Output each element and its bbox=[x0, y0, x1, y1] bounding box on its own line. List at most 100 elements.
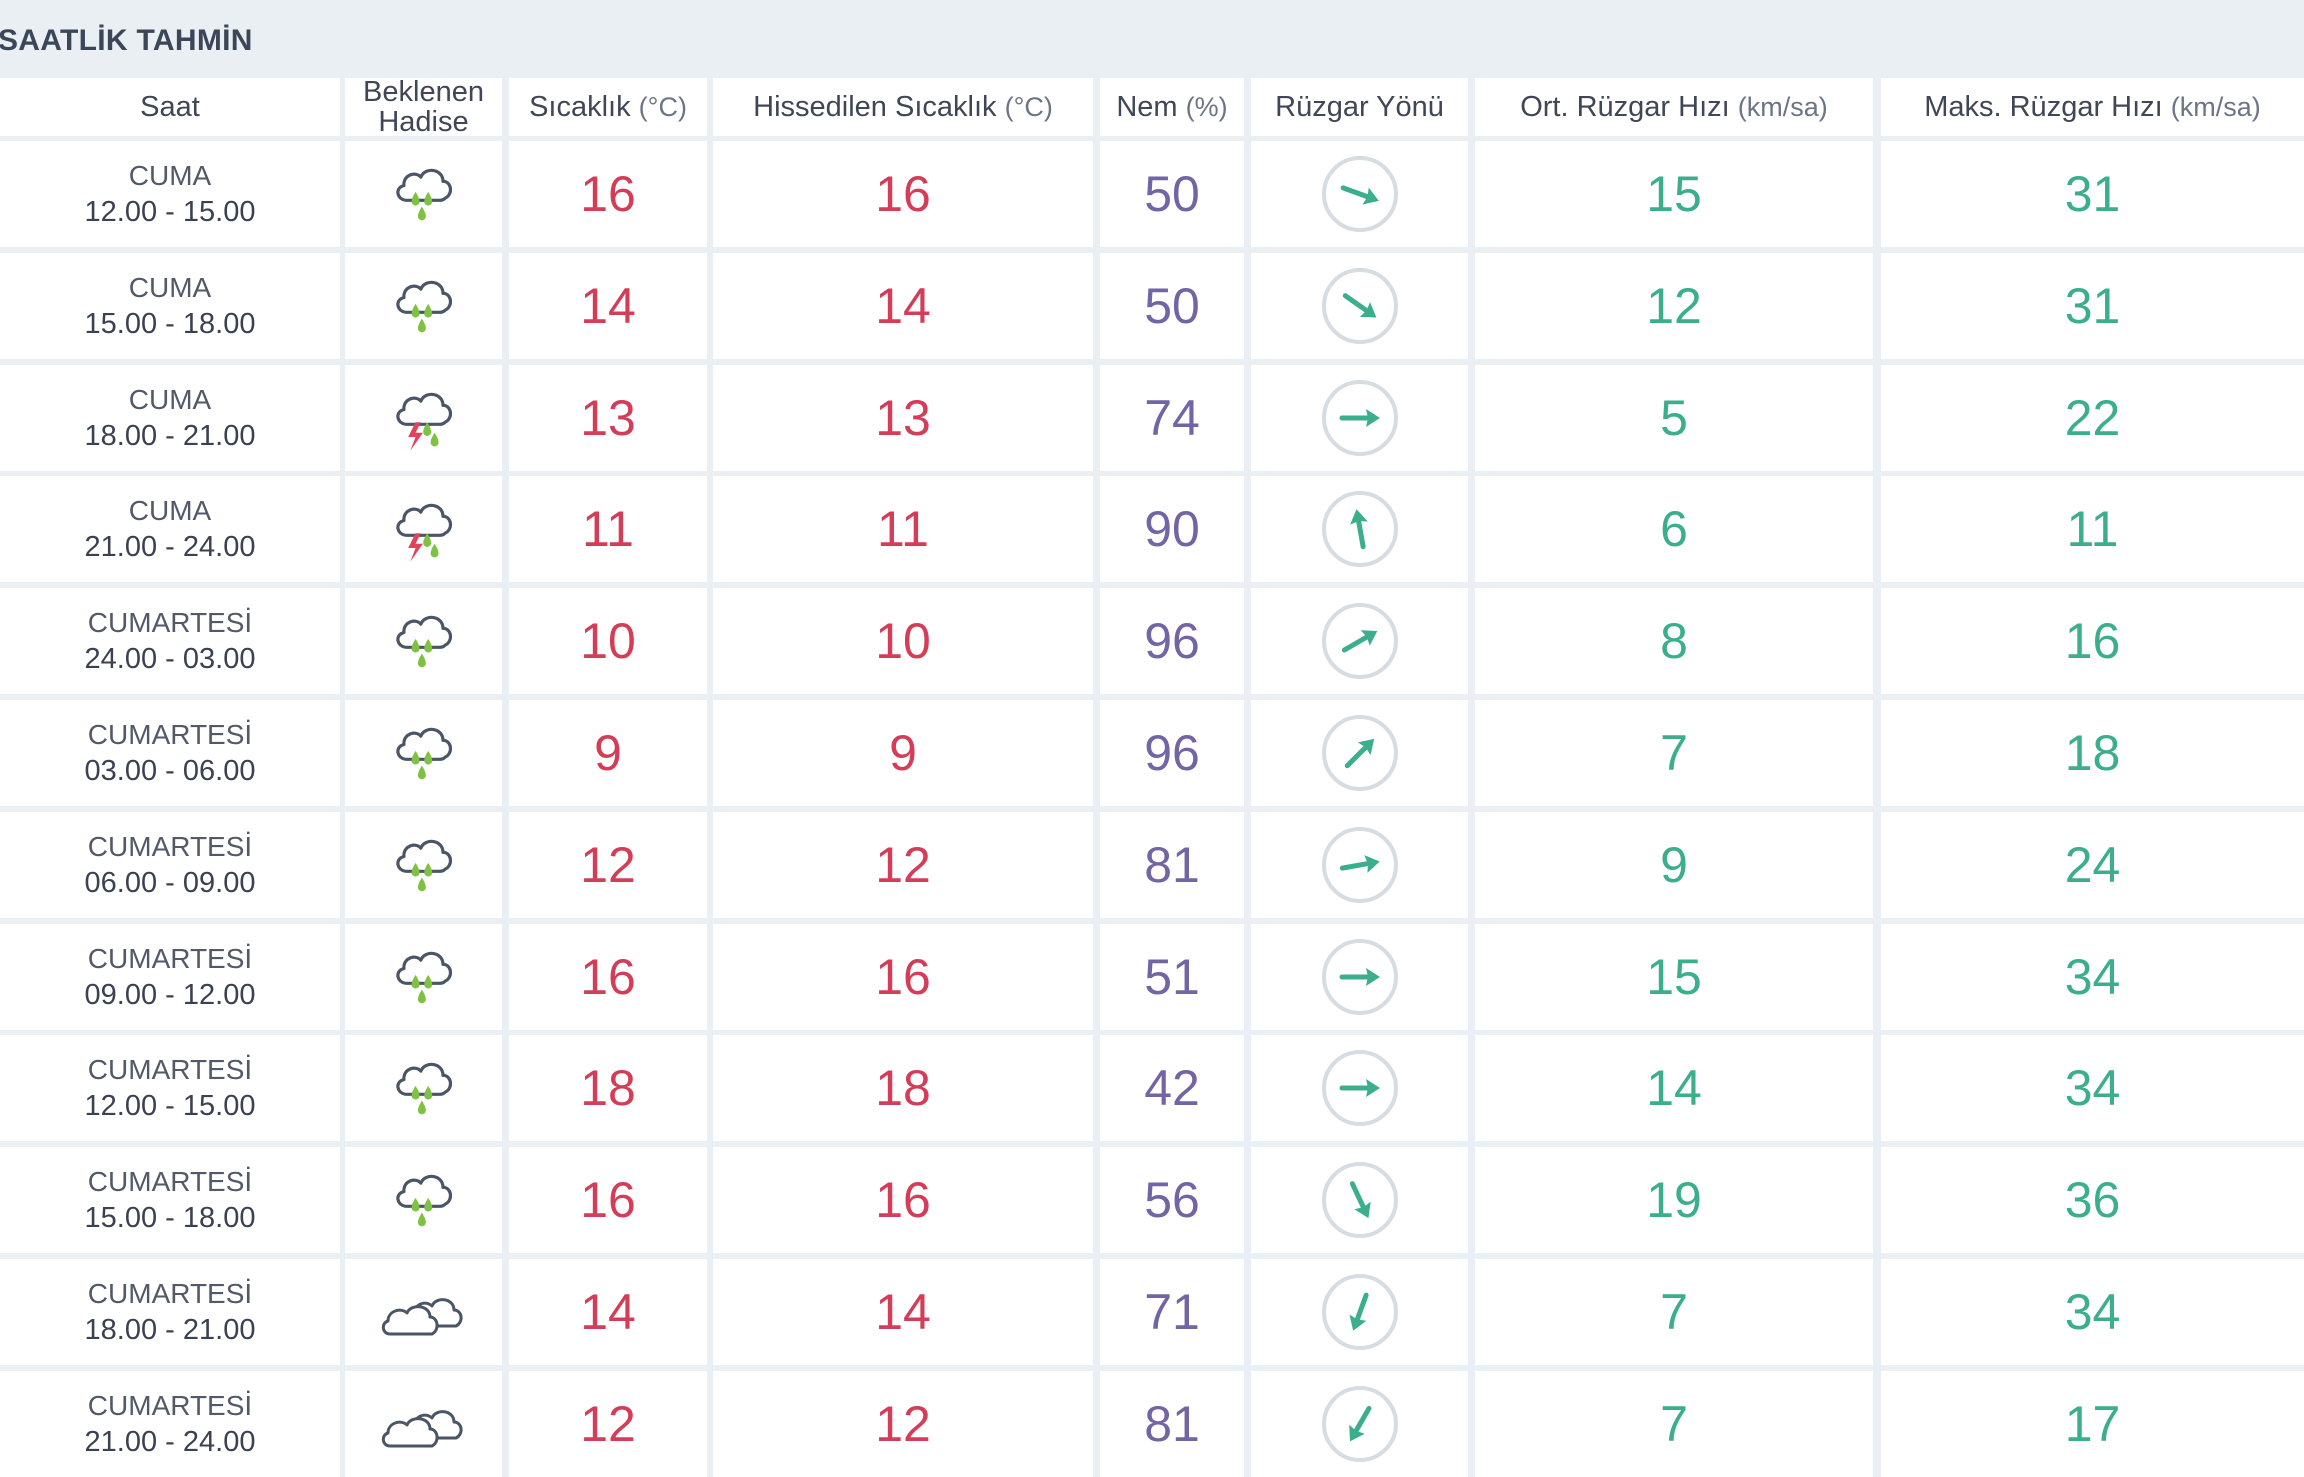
feels-like-value: 11 bbox=[877, 501, 929, 557]
weather-icon-cell bbox=[345, 812, 502, 918]
humidity-value: 81 bbox=[1144, 837, 1200, 893]
header-hadise-line1: Beklenen bbox=[363, 78, 484, 108]
day-label: CUMARTESİ bbox=[87, 1166, 253, 1197]
max-wind-speed-cell: 22 bbox=[1881, 365, 2304, 471]
temperature-cell: 16 bbox=[509, 924, 707, 1030]
day-label: CUMARTESİ bbox=[87, 719, 253, 750]
wind-direction-arrow-icon bbox=[1318, 1046, 1402, 1130]
feels-like-value: 18 bbox=[875, 1060, 931, 1116]
thunderstorm-icon bbox=[386, 491, 462, 567]
humidity-cell: 74 bbox=[1100, 365, 1244, 471]
temperature-value: 12 bbox=[580, 1396, 636, 1452]
temperature-value: 16 bbox=[580, 1172, 636, 1228]
weather-icon-cell bbox=[345, 1147, 502, 1253]
rain-cloud-icon bbox=[386, 939, 462, 1015]
weather-icon-cell bbox=[345, 588, 502, 694]
header-maks-ruzgar-unit: (km/sa) bbox=[2170, 92, 2261, 122]
avg-wind-speed-value: 14 bbox=[1646, 1060, 1702, 1116]
rain-cloud-icon bbox=[386, 1050, 462, 1126]
header-ruzgar-yonu: Rüzgar Yönü bbox=[1251, 78, 1468, 136]
cloudy-icon bbox=[376, 1392, 472, 1456]
wind-direction-arrow-icon bbox=[1318, 1158, 1402, 1242]
time-cell: CUMARTESİ 15.00 - 18.00 bbox=[0, 1147, 340, 1253]
time-range-label: 09.00 - 12.00 bbox=[84, 979, 256, 1011]
feels-like-cell: 10 bbox=[713, 588, 1093, 694]
header-sicaklik: Sıcaklık (°C) bbox=[509, 78, 707, 136]
header-hadise-line2: Hadise bbox=[378, 106, 469, 136]
rain-cloud-icon bbox=[386, 715, 462, 791]
header-nem: Nem (%) bbox=[1100, 78, 1244, 136]
max-wind-speed-value: 17 bbox=[2064, 1396, 2121, 1452]
wind-direction-cell bbox=[1251, 1259, 1468, 1365]
temperature-cell: 11 bbox=[509, 476, 707, 582]
time-range-label: 15.00 - 18.00 bbox=[84, 1202, 256, 1234]
avg-wind-speed-value: 12 bbox=[1646, 278, 1702, 334]
wind-direction-arrow-icon bbox=[1318, 935, 1402, 1019]
time-range-label: 21.00 - 24.00 bbox=[84, 1426, 256, 1458]
weather-icon-cell bbox=[345, 141, 502, 247]
humidity-value: 96 bbox=[1144, 725, 1200, 781]
temperature-value: 9 bbox=[594, 725, 622, 781]
max-wind-speed-value: 31 bbox=[2064, 166, 2121, 222]
humidity-cell: 42 bbox=[1100, 1035, 1244, 1141]
avg-wind-speed-cell: 14 bbox=[1475, 1035, 1873, 1141]
time-cell: CUMARTESİ 09.00 - 12.00 bbox=[0, 924, 340, 1030]
wind-direction-cell bbox=[1251, 1147, 1468, 1253]
wind-direction-arrow-icon bbox=[1318, 264, 1402, 348]
feels-like-value: 14 bbox=[875, 278, 931, 334]
avg-wind-speed-value: 19 bbox=[1646, 1172, 1702, 1228]
section-header: SAATLİK TAHMİN bbox=[0, 0, 2304, 78]
weather-icon-cell bbox=[345, 253, 502, 359]
temperature-value: 14 bbox=[580, 1284, 636, 1340]
weather-icon-cell bbox=[345, 700, 502, 806]
feels-like-cell: 14 bbox=[713, 253, 1093, 359]
max-wind-speed-cell: 17 bbox=[1881, 1371, 2304, 1477]
temperature-cell: 16 bbox=[509, 1147, 707, 1253]
humidity-cell: 50 bbox=[1100, 141, 1244, 247]
temperature-cell: 18 bbox=[509, 1035, 707, 1141]
time-cell: CUMA 18.00 - 21.00 bbox=[0, 365, 340, 471]
temperature-cell: 9 bbox=[509, 700, 707, 806]
avg-wind-speed-cell: 7 bbox=[1475, 700, 1873, 806]
humidity-cell: 56 bbox=[1100, 1147, 1244, 1253]
day-label: CUMA bbox=[128, 495, 212, 526]
header-saat-label: Saat bbox=[140, 91, 200, 123]
day-label: CUMA bbox=[128, 384, 212, 415]
day-label: CUMARTESİ bbox=[87, 1390, 253, 1421]
header-maks-ruzgar-label: Maks. Rüzgar Hızı bbox=[1924, 91, 2163, 123]
wind-direction-cell bbox=[1251, 253, 1468, 359]
avg-wind-speed-value: 7 bbox=[1660, 1396, 1688, 1452]
avg-wind-speed-cell: 8 bbox=[1475, 588, 1873, 694]
feels-like-value: 13 bbox=[875, 390, 931, 446]
time-cell: CUMARTESİ 12.00 - 15.00 bbox=[0, 1035, 340, 1141]
day-label: CUMARTESİ bbox=[87, 1054, 253, 1085]
time-range-label: 12.00 - 15.00 bbox=[84, 196, 256, 228]
rain-cloud-icon bbox=[386, 268, 462, 344]
avg-wind-speed-cell: 19 bbox=[1475, 1147, 1873, 1253]
time-cell: CUMARTESİ 06.00 - 09.00 bbox=[0, 812, 340, 918]
cloudy-icon bbox=[376, 1280, 472, 1344]
wind-direction-arrow-icon bbox=[1318, 823, 1402, 907]
wind-direction-cell bbox=[1251, 588, 1468, 694]
wind-direction-cell bbox=[1251, 476, 1468, 582]
temperature-value: 16 bbox=[580, 949, 636, 1005]
avg-wind-speed-cell: 9 bbox=[1475, 812, 1873, 918]
header-hadise: Beklenen Hadise bbox=[345, 78, 502, 136]
header-nem-unit: (%) bbox=[1185, 92, 1228, 122]
time-range-label: 03.00 - 06.00 bbox=[84, 755, 256, 787]
wind-direction-cell bbox=[1251, 1371, 1468, 1477]
avg-wind-speed-cell: 15 bbox=[1475, 141, 1873, 247]
max-wind-speed-value: 36 bbox=[2064, 1172, 2121, 1228]
time-cell: CUMA 15.00 - 18.00 bbox=[0, 253, 340, 359]
weather-icon-cell bbox=[345, 1371, 502, 1477]
humidity-cell: 90 bbox=[1100, 476, 1244, 582]
wind-direction-arrow-icon bbox=[1318, 1270, 1402, 1354]
day-label: CUMARTESİ bbox=[87, 1278, 253, 1309]
humidity-value: 90 bbox=[1144, 501, 1200, 557]
humidity-value: 51 bbox=[1144, 949, 1200, 1005]
wind-direction-arrow-icon bbox=[1318, 599, 1402, 683]
max-wind-speed-value: 16 bbox=[2064, 613, 2121, 669]
avg-wind-speed-value: 5 bbox=[1660, 390, 1688, 446]
temperature-cell: 12 bbox=[509, 1371, 707, 1477]
feels-like-cell: 13 bbox=[713, 365, 1093, 471]
